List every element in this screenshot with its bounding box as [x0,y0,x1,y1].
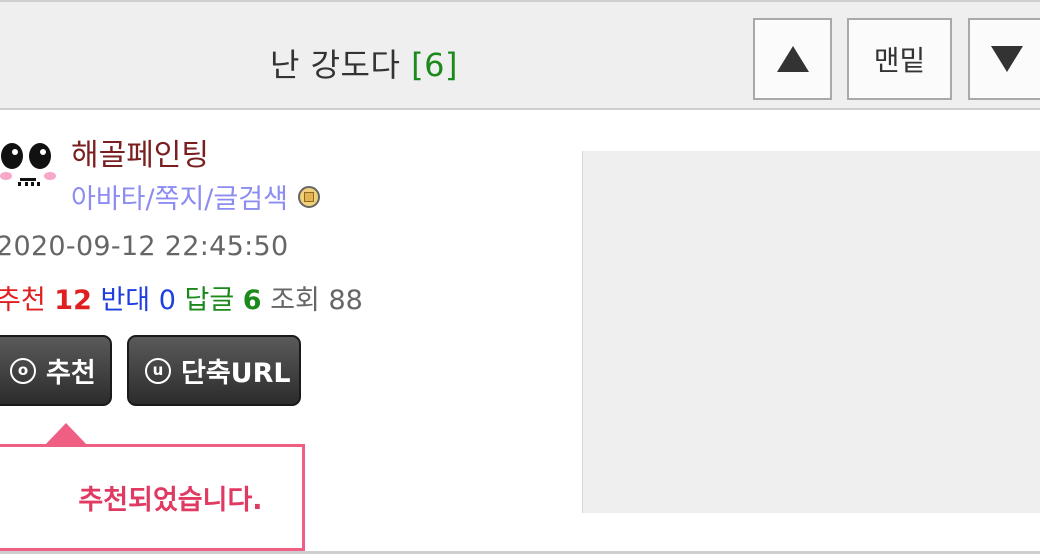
recommend-button-label: 추천 [46,358,96,389]
post-title: 난 강도다 [6] [270,40,458,86]
scroll-up-button[interactable] [753,18,832,100]
scroll-bottom-button[interactable]: 맨밑 [847,18,952,100]
post-title-text: 난 강도다 [270,46,401,84]
short-url-icon: u [145,357,171,384]
author-links: 아바타/쪽지/글검색 [71,177,320,216]
author-name[interactable]: 해골페인팅 [71,130,209,174]
oppose-count: 0 [158,285,176,316]
views-count: 88 [328,285,363,316]
reply-count: 6 [242,285,262,316]
popup-message: 추천되었습니다. [78,485,263,516]
short-url-button-label: 단축URL [181,358,291,389]
popup-arrow [45,423,87,445]
post-header-bar: 난 강도다 [6] 맨밑 [0,0,1040,110]
comment-count: [6] [411,46,458,84]
skull-avatar-icon[interactable] [0,138,58,198]
reply-label: 답글 [184,285,235,316]
triangle-up-icon [776,46,809,72]
author-links-text[interactable]: 아바타/쪽지/글검색 [71,177,288,216]
triangle-down-icon [991,46,1023,72]
recommend-label: 추천 [0,285,46,316]
recommend-count: 12 [54,285,92,316]
recommend-button[interactable]: o 추천 [0,335,112,406]
recommend-icon: o [10,357,36,384]
oppose-label: 반대 [100,285,151,316]
recommend-confirmation-popup: 추천되었습니다. [0,444,305,551]
post-date: 2020-09-12 22:45:50 [0,231,289,262]
scroll-down-button[interactable] [968,18,1040,100]
post-stats: 추천 12 반대 0 답글 6 조회 88 [0,278,363,317]
views-label: 조회 [270,285,320,316]
level-badge-icon [297,185,320,208]
ad-placeholder [582,151,1040,513]
short-url-button[interactable]: u 단축URL [127,335,301,406]
